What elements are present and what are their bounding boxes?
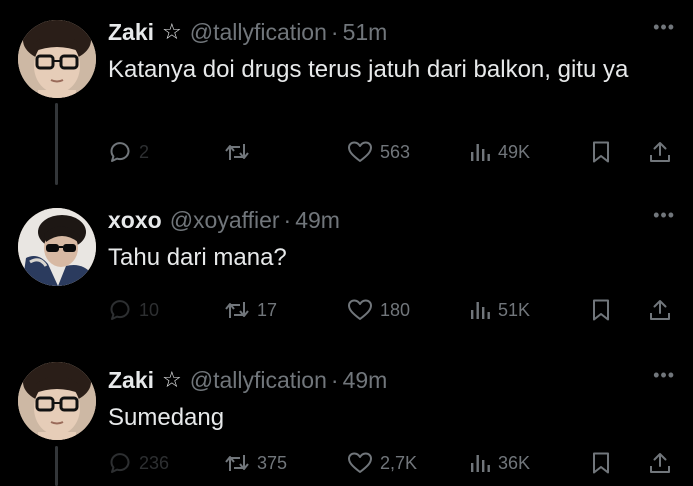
views-button[interactable]: 49K: [469, 137, 530, 167]
share-button[interactable]: [648, 295, 672, 325]
thread-connector-line: [55, 446, 58, 486]
bookmark-icon: [590, 140, 612, 164]
avatar[interactable]: [18, 362, 96, 440]
views-button[interactable]: 51K: [469, 295, 530, 325]
separator-dot: ·: [283, 206, 292, 233]
tweet-header: Zaki ☆ @tallyfication · 49m: [108, 362, 653, 398]
retweet-icon: [224, 140, 250, 164]
views-button[interactable]: 36K: [469, 448, 530, 478]
bookmark-button[interactable]: [590, 137, 612, 167]
views-count: 49K: [498, 141, 531, 162]
tweet-actions: 2 563 49K: [108, 137, 675, 167]
views-icon: [469, 451, 491, 475]
retweet-button[interactable]: 375: [224, 448, 287, 478]
thread-connector-line: [55, 103, 58, 185]
share-icon: [648, 451, 672, 475]
reply-count: 10: [139, 299, 160, 320]
username-handle[interactable]: @tallyfication: [190, 367, 327, 394]
separator-dot: ·: [330, 18, 339, 45]
reply-button[interactable]: 2: [108, 137, 149, 167]
like-button[interactable]: 180: [347, 295, 410, 325]
reply-icon: [108, 140, 132, 164]
tweet-header: xoxo @xoyaffier · 49m: [108, 202, 653, 238]
heart-icon: [347, 451, 373, 475]
bookmark-button[interactable]: [590, 448, 612, 478]
tweet-text: Katanya doi drugs terus jatuh dari balko…: [108, 56, 629, 83]
reply-icon: [108, 451, 132, 475]
star-badge-icon: ☆: [162, 19, 182, 44]
bookmark-button[interactable]: [590, 295, 612, 325]
like-button[interactable]: 2,7K: [347, 448, 417, 478]
heart-icon: [347, 140, 373, 164]
tweet-text: Sumedang: [108, 404, 225, 431]
username-handle[interactable]: @xoyaffier: [170, 207, 280, 234]
more-options-icon[interactable]: •••: [653, 366, 675, 384]
retweet-button[interactable]: 17: [224, 295, 277, 325]
star-badge-icon: ☆: [162, 367, 182, 392]
reply-count: 236: [139, 452, 170, 473]
retweet-button[interactable]: [224, 137, 257, 167]
views-icon: [469, 140, 491, 164]
conversation-thread: Zaki ☆ @tallyfication · 51m ••• Katanya …: [0, 0, 693, 486]
retweet-icon: [224, 451, 250, 475]
views-icon: [469, 298, 491, 322]
share-icon: [648, 140, 672, 164]
tweet[interactable]: Zaki ☆ @tallyfication · 51m ••• Katanya …: [0, 0, 693, 185]
reply-button[interactable]: 236: [108, 448, 169, 478]
tweet[interactable]: xoxo @xoyaffier · 49m ••• Tahu dari mana…: [0, 188, 693, 348]
retweet-icon: [224, 298, 250, 322]
reply-icon: [108, 298, 132, 322]
tweet[interactable]: Zaki ☆ @tallyfication · 49m ••• Sumedang…: [0, 348, 693, 486]
avatar[interactable]: [18, 208, 96, 286]
tweet-actions: 236 375 2,7K 36K: [108, 448, 675, 478]
timestamp[interactable]: 49m: [295, 207, 340, 234]
like-count: 2,7K: [380, 452, 418, 473]
like-button[interactable]: 563: [347, 137, 410, 167]
tweet-actions: 10 17 180 51K: [108, 295, 675, 325]
retweet-count: 375: [257, 452, 288, 473]
display-name[interactable]: xoxo: [108, 207, 162, 234]
display-name[interactable]: Zaki: [108, 367, 154, 394]
more-options-icon[interactable]: •••: [653, 18, 675, 36]
timestamp[interactable]: 49m: [343, 367, 388, 394]
share-button[interactable]: [648, 448, 672, 478]
like-count: 180: [380, 299, 411, 320]
share-button[interactable]: [648, 137, 672, 167]
tweet-header: Zaki ☆ @tallyfication · 51m: [108, 14, 653, 50]
display-name[interactable]: Zaki: [108, 19, 154, 46]
views-count: 51K: [498, 299, 531, 320]
avatar[interactable]: [18, 20, 96, 98]
heart-icon: [347, 298, 373, 322]
separator-dot: ·: [330, 366, 339, 393]
bookmark-icon: [590, 451, 612, 475]
reply-button[interactable]: 10: [108, 295, 159, 325]
views-count: 36K: [498, 452, 531, 473]
retweet-count: 17: [257, 299, 278, 320]
share-icon: [648, 298, 672, 322]
username-handle[interactable]: @tallyfication: [190, 19, 327, 46]
more-options-icon[interactable]: •••: [653, 206, 675, 224]
like-count: 563: [380, 141, 411, 162]
timestamp[interactable]: 51m: [343, 19, 388, 46]
tweet-text: Tahu dari mana?: [108, 244, 287, 271]
reply-count: 2: [139, 141, 150, 162]
bookmark-icon: [590, 298, 612, 322]
